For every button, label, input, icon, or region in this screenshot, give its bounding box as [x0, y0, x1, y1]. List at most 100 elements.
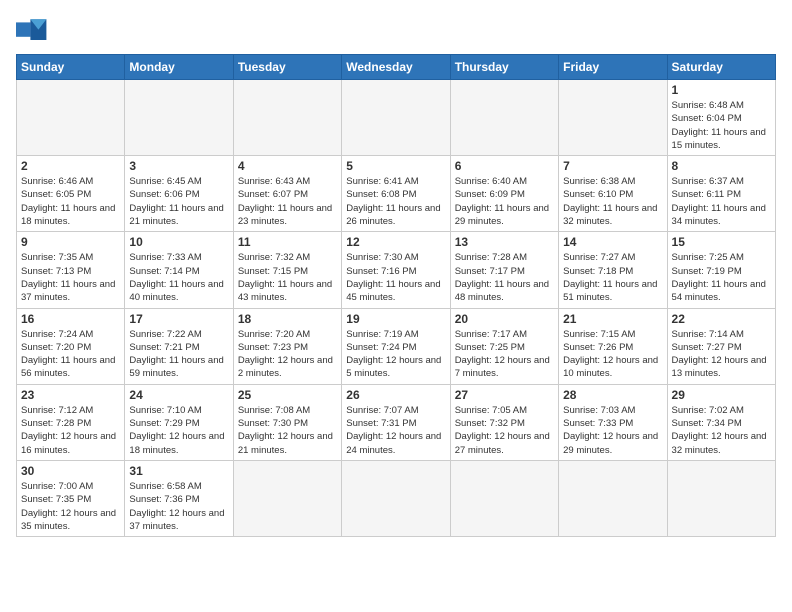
calendar-cell: 9 Sunrise: 7:35 AM Sunset: 7:13 PM Daylig…	[17, 232, 125, 308]
week-row-5: 23Sunrise: 7:12 AM Sunset: 7:28 PM Dayli…	[17, 384, 776, 460]
calendar-cell: 6 Sunrise: 6:40 AM Sunset: 6:09 PM Daylig…	[450, 156, 558, 232]
calendar-cell: 12 Sunrise: 7:30 AM Sunset: 7:16 PM Dayli…	[342, 232, 450, 308]
day-info: Sunrise: 7:05 AM Sunset: 7:32 PM Dayligh…	[455, 404, 554, 457]
calendar-cell: 16Sunrise: 7:24 AM Sunset: 7:20 PM Dayli…	[17, 308, 125, 384]
day-info: Sunrise: 7:20 AM Sunset: 7:23 PM Dayligh…	[238, 328, 337, 381]
day-number: 22	[672, 312, 771, 326]
weekday-header-wednesday: Wednesday	[342, 55, 450, 80]
day-info: Sunrise: 7:27 AM Sunset: 7:18 PM Dayligh…	[563, 251, 662, 304]
page: SundayMondayTuesdayWednesdayThursdayFrid…	[0, 0, 792, 612]
day-info: Sunrise: 7:25 AM Sunset: 7:19 PM Dayligh…	[672, 251, 771, 304]
day-info: Sunrise: 6:40 AM Sunset: 6:09 PM Dayligh…	[455, 175, 554, 228]
day-number: 26	[346, 388, 445, 402]
calendar-cell	[342, 80, 450, 156]
calendar-cell: 7 Sunrise: 6:38 AM Sunset: 6:10 PM Daylig…	[559, 156, 667, 232]
day-info: Sunrise: 7:02 AM Sunset: 7:34 PM Dayligh…	[672, 404, 771, 457]
week-row-2: 2 Sunrise: 6:46 AM Sunset: 6:05 PM Daylig…	[17, 156, 776, 232]
calendar-cell: 17 Sunrise: 7:22 AM Sunset: 7:21 PM Dayli…	[125, 308, 233, 384]
day-number: 2	[21, 159, 120, 173]
day-info: Sunrise: 6:46 AM Sunset: 6:05 PM Dayligh…	[21, 175, 120, 228]
weekday-header-thursday: Thursday	[450, 55, 558, 80]
calendar-cell: 18 Sunrise: 7:20 AM Sunset: 7:23 PM Dayli…	[233, 308, 341, 384]
day-number: 24	[129, 388, 228, 402]
calendar-cell: 22 Sunrise: 7:14 AM Sunset: 7:27 PM Dayli…	[667, 308, 775, 384]
weekday-header-row: SundayMondayTuesdayWednesdayThursdayFrid…	[17, 55, 776, 80]
calendar-cell: 5 Sunrise: 6:41 AM Sunset: 6:08 PM Daylig…	[342, 156, 450, 232]
day-number: 10	[129, 235, 228, 249]
day-number: 1	[672, 83, 771, 97]
calendar-cell: 20 Sunrise: 7:17 AM Sunset: 7:25 PM Dayli…	[450, 308, 558, 384]
calendar-cell: 23Sunrise: 7:12 AM Sunset: 7:28 PM Dayli…	[17, 384, 125, 460]
day-info: Sunrise: 7:15 AM Sunset: 7:26 PM Dayligh…	[563, 328, 662, 381]
calendar-cell: 14 Sunrise: 7:27 AM Sunset: 7:18 PM Dayli…	[559, 232, 667, 308]
day-info: Sunrise: 7:19 AM Sunset: 7:24 PM Dayligh…	[346, 328, 445, 381]
calendar-cell	[450, 80, 558, 156]
calendar-cell: 1 Sunrise: 6:48 AM Sunset: 6:04 PM Daylig…	[667, 80, 775, 156]
logo	[16, 16, 52, 44]
day-number: 5	[346, 159, 445, 173]
calendar-cell: 21Sunrise: 7:15 AM Sunset: 7:26 PM Dayli…	[559, 308, 667, 384]
calendar-cell: 8 Sunrise: 6:37 AM Sunset: 6:11 PM Daylig…	[667, 156, 775, 232]
day-number: 9	[21, 235, 120, 249]
calendar-cell: 25 Sunrise: 7:08 AM Sunset: 7:30 PM Dayli…	[233, 384, 341, 460]
day-number: 17	[129, 312, 228, 326]
calendar-cell: 28Sunrise: 7:03 AM Sunset: 7:33 PM Dayli…	[559, 384, 667, 460]
week-row-3: 9 Sunrise: 7:35 AM Sunset: 7:13 PM Daylig…	[17, 232, 776, 308]
calendar-cell: 24Sunrise: 7:10 AM Sunset: 7:29 PM Dayli…	[125, 384, 233, 460]
day-info: Sunrise: 7:33 AM Sunset: 7:14 PM Dayligh…	[129, 251, 228, 304]
week-row-1: 1 Sunrise: 6:48 AM Sunset: 6:04 PM Daylig…	[17, 80, 776, 156]
day-number: 7	[563, 159, 662, 173]
day-number: 20	[455, 312, 554, 326]
day-number: 31	[129, 464, 228, 478]
day-info: Sunrise: 7:30 AM Sunset: 7:16 PM Dayligh…	[346, 251, 445, 304]
day-number: 18	[238, 312, 337, 326]
calendar-cell	[559, 80, 667, 156]
calendar-cell: 30Sunrise: 7:00 AM Sunset: 7:35 PM Dayli…	[17, 460, 125, 536]
calendar-cell	[450, 460, 558, 536]
day-number: 12	[346, 235, 445, 249]
calendar-cell: 3Sunrise: 6:45 AM Sunset: 6:06 PM Daylig…	[125, 156, 233, 232]
day-info: Sunrise: 6:37 AM Sunset: 6:11 PM Dayligh…	[672, 175, 771, 228]
day-info: Sunrise: 6:43 AM Sunset: 6:07 PM Dayligh…	[238, 175, 337, 228]
calendar-cell	[233, 460, 341, 536]
week-row-4: 16Sunrise: 7:24 AM Sunset: 7:20 PM Dayli…	[17, 308, 776, 384]
calendar-cell	[233, 80, 341, 156]
generalblue-logo-icon	[16, 16, 48, 44]
calendar-cell	[667, 460, 775, 536]
day-info: Sunrise: 6:41 AM Sunset: 6:08 PM Dayligh…	[346, 175, 445, 228]
day-info: Sunrise: 6:48 AM Sunset: 6:04 PM Dayligh…	[672, 99, 771, 152]
day-number: 14	[563, 235, 662, 249]
day-info: Sunrise: 7:24 AM Sunset: 7:20 PM Dayligh…	[21, 328, 120, 381]
day-info: Sunrise: 6:58 AM Sunset: 7:36 PM Dayligh…	[129, 480, 228, 533]
calendar-cell	[559, 460, 667, 536]
day-info: Sunrise: 7:07 AM Sunset: 7:31 PM Dayligh…	[346, 404, 445, 457]
weekday-header-saturday: Saturday	[667, 55, 775, 80]
calendar-cell: 13Sunrise: 7:28 AM Sunset: 7:17 PM Dayli…	[450, 232, 558, 308]
day-info: Sunrise: 7:08 AM Sunset: 7:30 PM Dayligh…	[238, 404, 337, 457]
day-info: Sunrise: 7:22 AM Sunset: 7:21 PM Dayligh…	[129, 328, 228, 381]
weekday-header-tuesday: Tuesday	[233, 55, 341, 80]
day-number: 6	[455, 159, 554, 173]
day-info: Sunrise: 7:00 AM Sunset: 7:35 PM Dayligh…	[21, 480, 120, 533]
day-number: 4	[238, 159, 337, 173]
day-number: 8	[672, 159, 771, 173]
day-number: 25	[238, 388, 337, 402]
day-info: Sunrise: 7:14 AM Sunset: 7:27 PM Dayligh…	[672, 328, 771, 381]
day-number: 19	[346, 312, 445, 326]
day-number: 27	[455, 388, 554, 402]
day-info: Sunrise: 7:35 AM Sunset: 7:13 PM Dayligh…	[21, 251, 120, 304]
day-number: 11	[238, 235, 337, 249]
day-info: Sunrise: 7:28 AM Sunset: 7:17 PM Dayligh…	[455, 251, 554, 304]
day-info: Sunrise: 7:12 AM Sunset: 7:28 PM Dayligh…	[21, 404, 120, 457]
day-number: 28	[563, 388, 662, 402]
day-info: Sunrise: 7:32 AM Sunset: 7:15 PM Dayligh…	[238, 251, 337, 304]
weekday-header-sunday: Sunday	[17, 55, 125, 80]
calendar-cell: 19 Sunrise: 7:19 AM Sunset: 7:24 PM Dayli…	[342, 308, 450, 384]
day-info: Sunrise: 6:38 AM Sunset: 6:10 PM Dayligh…	[563, 175, 662, 228]
calendar-cell	[17, 80, 125, 156]
calendar-cell	[125, 80, 233, 156]
weekday-header-friday: Friday	[559, 55, 667, 80]
calendar-cell: 11 Sunrise: 7:32 AM Sunset: 7:15 PM Dayli…	[233, 232, 341, 308]
day-info: Sunrise: 7:17 AM Sunset: 7:25 PM Dayligh…	[455, 328, 554, 381]
header	[16, 16, 776, 44]
